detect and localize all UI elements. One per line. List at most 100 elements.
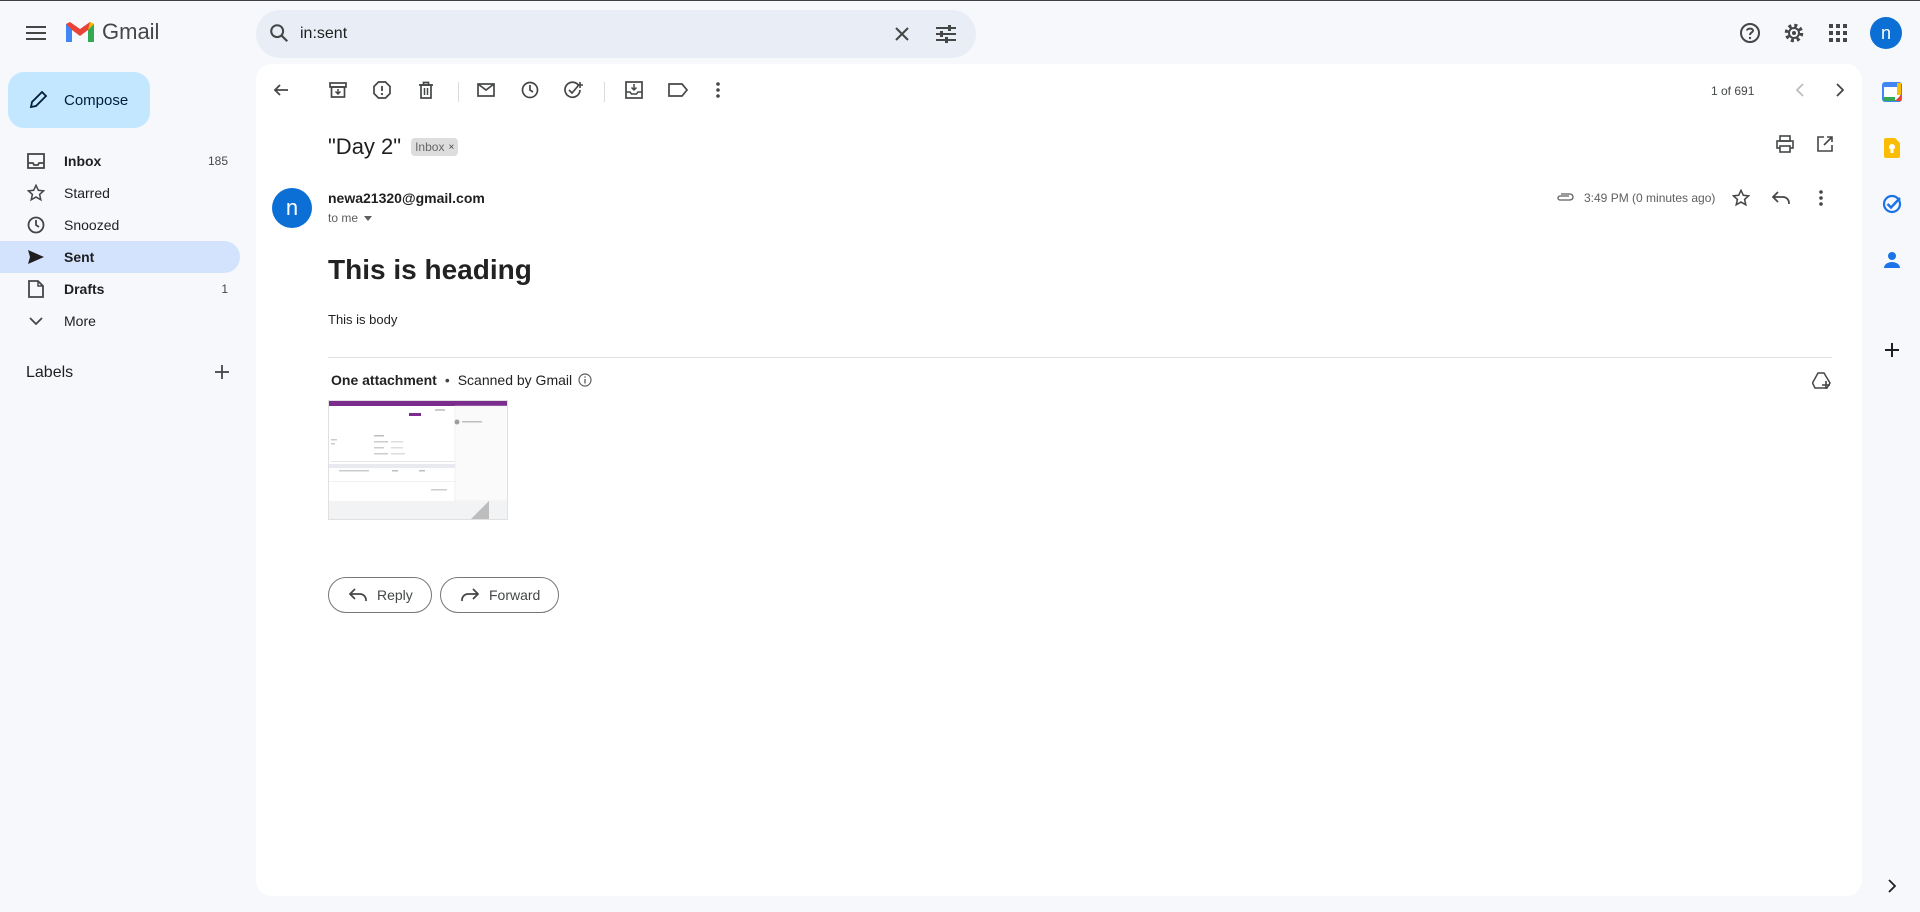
message-body: This is body xyxy=(328,312,398,327)
clock-icon xyxy=(26,215,46,235)
pagination-count: 1 of 691 xyxy=(1711,84,1755,98)
message-heading: This is heading xyxy=(328,254,532,285)
gmail-logo[interactable]: Gmail xyxy=(64,19,159,45)
message-panel: 1 of 691 "Day 2" Inbox × n newa21320@gma… xyxy=(256,64,1862,896)
calendar-addon-button[interactable] xyxy=(1876,76,1908,108)
labels-heading: Labels xyxy=(26,364,74,381)
main-menu-button[interactable] xyxy=(16,13,56,53)
sidebar-item-sent[interactable]: Sent xyxy=(0,241,240,273)
sidebar-item-more[interactable]: More xyxy=(0,305,240,337)
send-icon xyxy=(26,247,46,267)
get-addons-button[interactable] xyxy=(1876,334,1908,366)
tune-icon xyxy=(936,25,956,43)
add-to-tasks-button[interactable] xyxy=(556,72,592,108)
info-icon[interactable] xyxy=(578,373,592,387)
reply-icon xyxy=(1772,191,1790,204)
print-button[interactable] xyxy=(1767,126,1803,162)
scan-status: Scanned by Gmail xyxy=(457,372,573,388)
print-icon xyxy=(1776,135,1794,153)
apps-grid-icon xyxy=(1829,24,1847,42)
sender-email[interactable]: newa21320@gmail.com xyxy=(328,190,485,206)
attachment-divider xyxy=(328,357,1832,358)
search-input[interactable] xyxy=(300,10,860,58)
mark-unread-button[interactable] xyxy=(468,72,504,108)
more-vert-icon xyxy=(716,82,720,98)
separator: • xyxy=(444,372,450,388)
create-label-button[interactable] xyxy=(208,358,236,386)
reply-button-bottom[interactable]: Reply xyxy=(328,577,432,613)
sidebar-item-label: Snoozed xyxy=(64,217,120,233)
chevron-left-icon xyxy=(1796,83,1804,97)
item-count: 1 xyxy=(221,282,228,296)
keep-addon-button[interactable] xyxy=(1876,132,1908,164)
compose-button[interactable]: Compose xyxy=(8,72,150,128)
newer-button[interactable] xyxy=(1782,72,1818,108)
sender-avatar[interactable]: n xyxy=(272,188,312,228)
delete-button[interactable] xyxy=(408,72,444,108)
contacts-addon-button[interactable] xyxy=(1876,244,1908,276)
chevron-down-icon xyxy=(26,311,46,331)
remove-label-icon[interactable]: × xyxy=(448,142,454,153)
reply-button[interactable] xyxy=(1765,182,1797,214)
sidebar-item-inbox[interactable]: Inbox 185 xyxy=(0,145,240,177)
attachment-thumbnail[interactable] xyxy=(328,400,508,520)
forward-button[interactable]: Forward xyxy=(440,577,560,613)
sidebar-item-label: More xyxy=(64,313,96,329)
sidebar-item-starred[interactable]: Starred xyxy=(0,177,240,209)
add-task-icon xyxy=(564,81,583,99)
back-button[interactable] xyxy=(263,72,299,108)
more-options-button[interactable] xyxy=(700,72,736,108)
labels-button[interactable] xyxy=(660,72,696,108)
tasks-icon xyxy=(1882,194,1902,214)
unread-count: 185 xyxy=(207,154,228,168)
open-new-window-button[interactable] xyxy=(1807,126,1843,162)
account-avatar[interactable]: n xyxy=(1870,17,1902,49)
chevron-right-icon xyxy=(1888,879,1896,893)
search-icon xyxy=(270,24,289,43)
time-label: 3:49 PM (0 minutes ago) xyxy=(1584,191,1716,205)
forward-icon xyxy=(461,588,479,601)
settings-button[interactable] xyxy=(1774,13,1814,53)
report-spam-button[interactable] xyxy=(364,72,400,108)
message-more-button[interactable] xyxy=(1805,182,1837,214)
inbox-label-chip[interactable]: Inbox × xyxy=(411,138,459,156)
star-button[interactable] xyxy=(1725,182,1757,214)
more-vert-icon xyxy=(1819,190,1823,206)
apps-button[interactable] xyxy=(1818,13,1858,53)
draft-icon xyxy=(26,279,46,299)
snooze-button[interactable] xyxy=(512,72,548,108)
chip-label: Inbox xyxy=(415,140,445,154)
archive-button[interactable] xyxy=(320,72,356,108)
archive-icon xyxy=(329,82,347,98)
sidebar-item-drafts[interactable]: Drafts 1 xyxy=(0,273,240,305)
sidebar-item-label: Sent xyxy=(64,249,95,265)
top-bar: Gmail n xyxy=(0,0,1920,64)
gear-icon xyxy=(1784,23,1804,43)
show-side-panel-button[interactable] xyxy=(1876,870,1908,902)
trash-icon xyxy=(419,81,433,99)
clock-icon xyxy=(521,81,539,99)
inbox-icon xyxy=(26,151,46,171)
app-name: Gmail xyxy=(102,19,160,44)
close-icon xyxy=(895,27,909,41)
search-button[interactable] xyxy=(268,22,290,49)
older-button[interactable] xyxy=(1822,72,1858,108)
move-to-button[interactable] xyxy=(616,72,652,108)
support-button[interactable] xyxy=(1730,13,1770,53)
arrow-left-icon xyxy=(273,84,288,96)
recipient-details[interactable]: to me xyxy=(328,211,373,225)
keep-icon xyxy=(1884,138,1900,158)
attachment-title: One attachment xyxy=(331,372,437,388)
star-icon xyxy=(26,183,46,203)
calendar-icon xyxy=(1882,82,1902,102)
menu-icon xyxy=(26,26,46,40)
clear-search-button[interactable] xyxy=(886,18,918,50)
add-to-drive-button[interactable] xyxy=(1808,367,1836,395)
sidebar-item-snoozed[interactable]: Snoozed xyxy=(0,209,240,241)
reply-label: Reply xyxy=(377,587,413,603)
message-time: 3:49 PM (0 minutes ago) xyxy=(1556,191,1715,205)
tasks-addon-button[interactable] xyxy=(1876,188,1908,220)
sidebar-item-label: Inbox xyxy=(64,153,102,169)
search-options-button[interactable] xyxy=(930,18,962,50)
search-bar xyxy=(256,10,976,58)
